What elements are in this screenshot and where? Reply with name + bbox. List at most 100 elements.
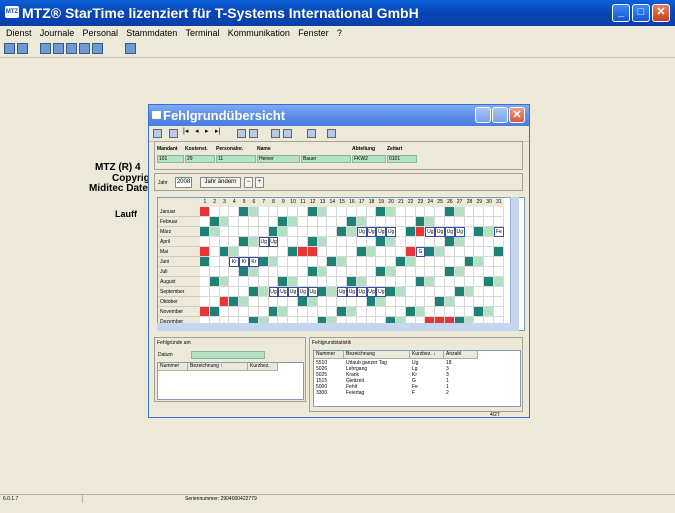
calendar-day-cell[interactable] xyxy=(494,247,504,257)
calendar-day-cell[interactable] xyxy=(288,227,298,237)
calendar-day-cell[interactable] xyxy=(366,277,377,287)
calendar-day-cell[interactable] xyxy=(386,217,396,227)
calendar-day-cell[interactable] xyxy=(337,227,347,237)
calendar-day-cell[interactable] xyxy=(249,227,259,237)
calendar-day-cell[interactable] xyxy=(376,247,387,257)
calendar-day-cell[interactable] xyxy=(249,307,259,317)
calendar-day-cell[interactable] xyxy=(474,247,485,257)
calendar-day-cell[interactable] xyxy=(474,307,485,317)
calendar-day-cell[interactable] xyxy=(200,207,210,217)
calendar-day-cell[interactable] xyxy=(464,217,475,227)
calendar-day-cell[interactable] xyxy=(484,297,494,307)
calendar-day-cell[interactable] xyxy=(278,237,289,247)
calendar-day-cell[interactable] xyxy=(317,277,328,287)
calendar-day-cell[interactable] xyxy=(445,287,455,297)
calendar-day-cell[interactable] xyxy=(464,297,475,307)
calendar-day-cell[interactable] xyxy=(484,267,494,277)
calendar-day-cell[interactable] xyxy=(435,287,445,297)
column-header[interactable]: Kurzbez. ↓ xyxy=(410,351,444,359)
window-close-button[interactable]: ✕ xyxy=(509,107,525,123)
calendar-day-cell[interactable] xyxy=(249,267,259,277)
calendar-day-cell[interactable] xyxy=(356,267,367,277)
calendar-day-cell[interactable] xyxy=(239,227,249,237)
users-icon[interactable] xyxy=(4,43,15,54)
calendar-day-cell[interactable] xyxy=(405,207,416,217)
calendar-day-cell[interactable] xyxy=(445,207,455,217)
calendar-day-cell[interactable] xyxy=(229,297,240,307)
calendar-day-cell[interactable] xyxy=(229,227,240,237)
calendar-day-cell[interactable] xyxy=(474,207,485,217)
previous-year-button[interactable]: − xyxy=(244,177,253,188)
calendar-day-cell[interactable] xyxy=(454,247,465,257)
calendar-day-cell[interactable] xyxy=(219,267,230,277)
change-year-button[interactable]: Jahr ändern xyxy=(200,177,241,188)
calendar-day-cell[interactable] xyxy=(258,297,269,307)
vertical-scrollbar[interactable] xyxy=(510,197,519,331)
calendar-day-cell[interactable] xyxy=(317,207,328,217)
export-icon[interactable] xyxy=(327,129,336,138)
calendar-day-cell[interactable] xyxy=(445,267,455,277)
calendar-day-cell[interactable] xyxy=(229,207,240,217)
calendar-day-cell[interactable] xyxy=(219,287,230,297)
calendar-day-cell[interactable] xyxy=(454,207,465,217)
calendar-day-cell[interactable] xyxy=(229,237,240,247)
calendar-day-cell[interactable] xyxy=(464,277,475,287)
calendar-day-cell[interactable] xyxy=(337,277,347,287)
calendar-day-cell[interactable] xyxy=(454,217,465,227)
calendar-day-cell[interactable] xyxy=(415,267,426,277)
calendar-day-cell[interactable] xyxy=(405,287,416,297)
calendar-day-cell[interactable]: Ug xyxy=(356,287,367,297)
menu-terminal[interactable]: Terminal xyxy=(186,26,220,41)
users-icon[interactable] xyxy=(153,129,162,138)
calendar-day-cell[interactable] xyxy=(268,267,279,277)
calendar-day-cell[interactable] xyxy=(298,297,308,307)
calendar-day-cell[interactable] xyxy=(239,297,249,307)
calendar-day-cell[interactable] xyxy=(317,227,328,237)
calendar-day-cell[interactable] xyxy=(435,247,445,257)
calendar-day-cell[interactable]: G xyxy=(415,247,426,257)
calendar-day-cell[interactable] xyxy=(268,307,279,317)
calendar-day-cell[interactable] xyxy=(484,287,494,297)
calendar-day-cell[interactable] xyxy=(239,207,249,217)
calendar-day-cell[interactable] xyxy=(288,277,298,287)
calendar-day-cell[interactable]: Ug xyxy=(366,227,377,237)
calendar-day-cell[interactable] xyxy=(405,217,416,227)
calendar-day-cell[interactable] xyxy=(356,307,367,317)
calendar-day-cell[interactable] xyxy=(356,247,367,257)
calendar-day-cell[interactable] xyxy=(464,267,475,277)
column-header[interactable]: Bezeichnung xyxy=(344,351,410,359)
calendar-day-cell[interactable] xyxy=(258,227,269,237)
calendar-day-cell[interactable] xyxy=(396,297,406,307)
calendar-day-cell[interactable] xyxy=(356,237,367,247)
calendar-day-cell[interactable] xyxy=(327,227,338,237)
document-icon[interactable] xyxy=(40,43,51,54)
calendar-day-cell[interactable] xyxy=(494,297,504,307)
calendar-day-cell[interactable] xyxy=(229,247,240,257)
calendar-day-cell[interactable] xyxy=(288,247,298,257)
calendar-day-cell[interactable] xyxy=(209,217,220,227)
calendar-day-cell[interactable] xyxy=(494,307,504,317)
calendar-grid[interactable]: 1 2 3 4 5 6 7 8 9 10 11 12 13 14 15 16 17 18 19 20 21 22 23 24 2… xyxy=(157,197,525,331)
calendar-day-cell[interactable] xyxy=(464,247,475,257)
calendar-day-cell[interactable] xyxy=(347,277,357,287)
calendar-day-cell[interactable] xyxy=(239,307,249,317)
calendar-day-cell[interactable] xyxy=(435,277,445,287)
calendar-day-cell[interactable] xyxy=(219,207,230,217)
year-input[interactable]: 2008 xyxy=(175,177,192,188)
calendar-day-cell[interactable]: Ug xyxy=(356,227,367,237)
calendar-day-cell[interactable] xyxy=(317,257,328,267)
calendar-day-cell[interactable]: Ug xyxy=(386,227,396,237)
calendar-day-cell[interactable]: Ug xyxy=(445,227,455,237)
calendar-day-cell[interactable] xyxy=(376,267,387,277)
calendar-day-cell[interactable] xyxy=(376,237,387,247)
calendar-day-cell[interactable] xyxy=(366,267,377,277)
calendar-day-cell[interactable] xyxy=(298,227,308,237)
calendar-day-cell[interactable] xyxy=(396,247,406,257)
calendar-day-cell[interactable] xyxy=(258,287,269,297)
calendar-day-cell[interactable] xyxy=(454,257,465,267)
calendar-day-cell[interactable] xyxy=(209,247,220,257)
calendar-day-cell[interactable] xyxy=(415,237,426,247)
calendar-day-cell[interactable] xyxy=(396,307,406,317)
calendar-day-cell[interactable] xyxy=(229,307,240,317)
calendar-day-cell[interactable] xyxy=(386,277,396,287)
